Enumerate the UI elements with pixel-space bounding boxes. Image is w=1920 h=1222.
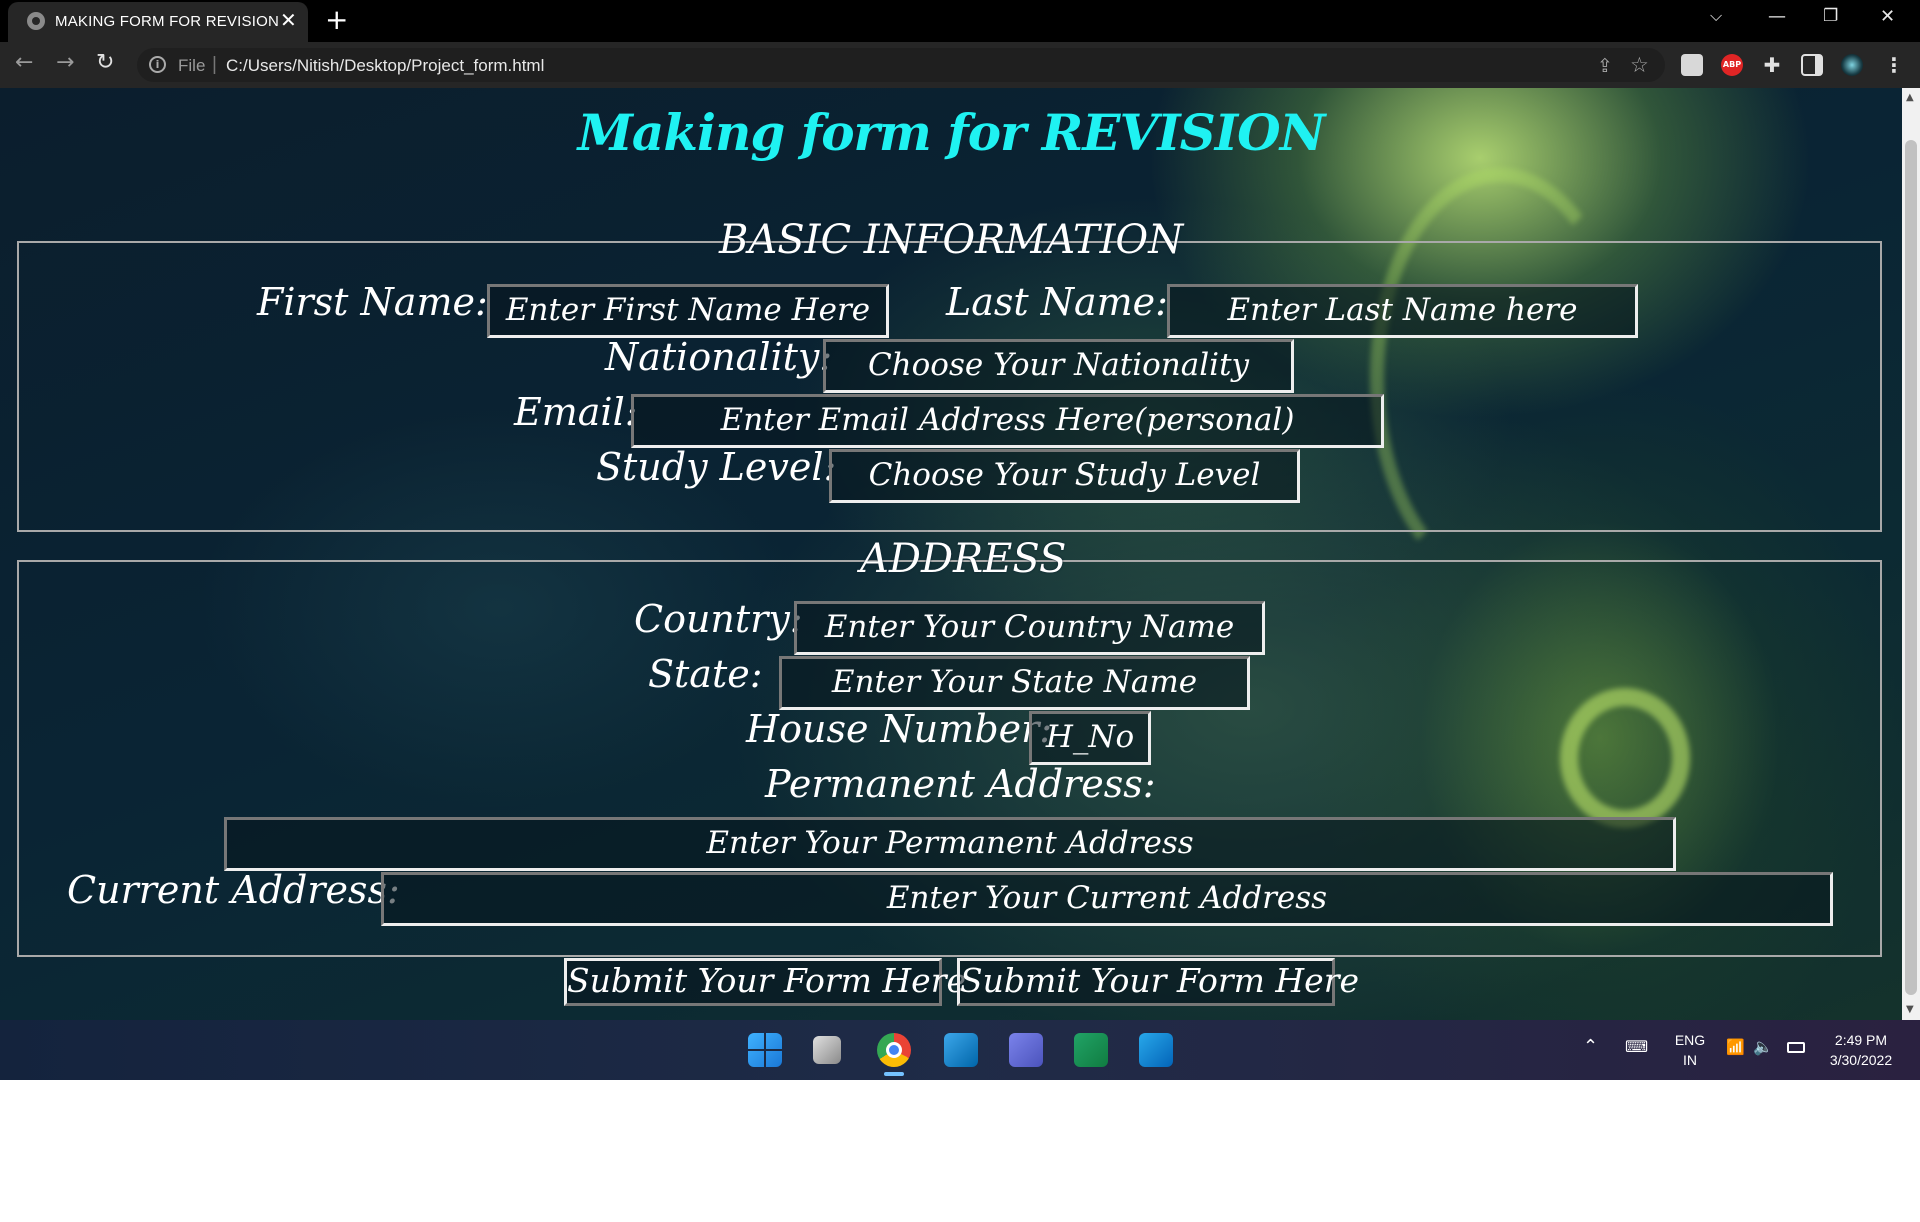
close-tab-icon[interactable]: ✕ xyxy=(280,10,297,30)
scroll-up-arrow-icon[interactable]: ▲ xyxy=(1906,92,1914,103)
task-view-icon[interactable] xyxy=(813,1036,841,1064)
extension-icon[interactable] xyxy=(1681,54,1703,76)
back-arrow-icon[interactable]: ← xyxy=(15,51,33,75)
nationality-select[interactable]: Choose Your Nationality xyxy=(823,339,1294,393)
first-name-label: First Name: xyxy=(257,280,488,324)
first-name-input[interactable]: Enter First Name Here xyxy=(487,284,889,338)
chevron-up-icon[interactable]: ⌃ xyxy=(1583,1036,1598,1057)
clock-date[interactable]: 3/30/2022 xyxy=(1820,1052,1902,1068)
menu-kebab-icon[interactable]: ⋮ xyxy=(1883,54,1905,76)
start-button[interactable] xyxy=(748,1033,782,1067)
battery-icon[interactable] xyxy=(1787,1042,1805,1053)
nationality-label: Nationality: xyxy=(605,335,833,379)
study-level-label: Study Level: xyxy=(596,445,837,489)
last-name-input[interactable]: Enter Last Name here xyxy=(1167,284,1638,338)
browser-toolbar: ← → ↻ i File | C:/Users/Nitish/Desktop/P… xyxy=(0,42,1920,88)
study-level-select[interactable]: Choose Your Study Level xyxy=(829,449,1300,503)
region-indicator[interactable]: IN xyxy=(1668,1052,1712,1068)
side-panel-icon[interactable] xyxy=(1801,54,1823,76)
active-app-indicator xyxy=(884,1072,904,1076)
vscode-icon[interactable] xyxy=(944,1033,978,1067)
state-input[interactable]: Enter Your State Name xyxy=(779,656,1250,710)
address-bar[interactable]: i File | C:/Users/Nitish/Desktop/Project… xyxy=(137,48,1665,82)
language-indicator[interactable]: ENG xyxy=(1668,1032,1712,1048)
page-viewport: Making form for REVISION BASIC INFORMATI… xyxy=(0,88,1902,1020)
email-label: Email: xyxy=(514,390,638,434)
page-title: Making form for REVISION xyxy=(577,103,1326,162)
keyboard-icon[interactable]: ⌨ xyxy=(1625,1037,1648,1056)
clock-time[interactable]: 2:49 PM xyxy=(1826,1032,1896,1048)
current-address-label: Current Address: xyxy=(67,868,400,912)
chrome-icon[interactable] xyxy=(877,1033,911,1067)
globe-icon xyxy=(27,12,45,30)
submit-form-button-2[interactable]: Submit Your Form Here xyxy=(957,958,1359,1006)
reload-icon[interactable]: ↻ xyxy=(96,51,114,75)
close-window-button[interactable]: ✕ xyxy=(1880,6,1895,27)
permanent-address-input[interactable]: Enter Your Permanent Address xyxy=(224,817,1676,871)
tab-search-icon[interactable]: ⌵ xyxy=(1710,6,1722,26)
country-label: Country: xyxy=(634,597,803,641)
scroll-down-arrow-icon[interactable]: ▼ xyxy=(1906,1004,1914,1015)
scrollbar-thumb[interactable] xyxy=(1905,140,1917,995)
extensions-puzzle-icon[interactable]: ✚ xyxy=(1761,54,1783,76)
current-address-input[interactable]: Enter Your Current Address xyxy=(381,872,1833,926)
email-input[interactable]: Enter Email Address Here(personal) xyxy=(631,394,1384,448)
screen: MAKING FORM FOR REVISION ✕ + ⌵ — ❐ ✕ ← →… xyxy=(0,0,1920,1080)
url-text[interactable]: C:/Users/Nitish/Desktop/Project_form.htm… xyxy=(226,56,544,76)
url-scheme-label: File xyxy=(178,56,206,75)
vertical-scrollbar[interactable]: ▲ ▼ xyxy=(1902,88,1920,1020)
info-icon[interactable]: i xyxy=(149,56,166,73)
basic-information-legend: BASIC INFORMATION xyxy=(719,217,1184,263)
minimize-button[interactable]: — xyxy=(1768,6,1786,27)
url-separator: | xyxy=(212,54,217,75)
volume-icon[interactable]: 🔈 xyxy=(1753,1037,1773,1056)
wifi-icon[interactable]: 📶 xyxy=(1726,1038,1745,1056)
submit-form-button-1[interactable]: Submit Your Form Here xyxy=(564,958,966,1006)
house-number-input[interactable]: H_No xyxy=(1029,711,1151,765)
browser-tab[interactable]: MAKING FORM FOR REVISION ✕ xyxy=(8,2,308,42)
address-legend: ADDRESS xyxy=(860,536,1067,582)
permanent-address-label: Permanent Address: xyxy=(765,762,1156,806)
state-label: State: xyxy=(648,652,763,696)
house-number-label: House Number: xyxy=(746,707,1053,751)
bookmark-star-icon[interactable]: ☆ xyxy=(1630,53,1649,77)
profile-avatar[interactable] xyxy=(1841,54,1863,76)
restore-button[interactable]: ❐ xyxy=(1823,6,1838,26)
adblock-icon[interactable]: ABP xyxy=(1721,54,1743,76)
windows-taskbar: ⌃ ⌨ ENG IN 📶 🔈 2:49 PM 3/30/2022 xyxy=(0,1020,1920,1080)
outlook-icon[interactable] xyxy=(1139,1033,1173,1067)
country-input[interactable]: Enter Your Country Name xyxy=(794,601,1265,655)
forward-arrow-icon[interactable]: → xyxy=(56,51,74,75)
last-name-label: Last Name: xyxy=(946,280,1168,324)
teams-icon[interactable] xyxy=(1009,1033,1043,1067)
browser-tabstrip: MAKING FORM FOR REVISION ✕ + ⌵ — ❐ ✕ xyxy=(0,0,1920,42)
share-icon[interactable]: ⇪ xyxy=(1597,55,1613,77)
tab-title: MAKING FORM FOR REVISION xyxy=(55,13,279,30)
new-tab-button[interactable]: + xyxy=(325,6,348,34)
excel-icon[interactable] xyxy=(1074,1033,1108,1067)
